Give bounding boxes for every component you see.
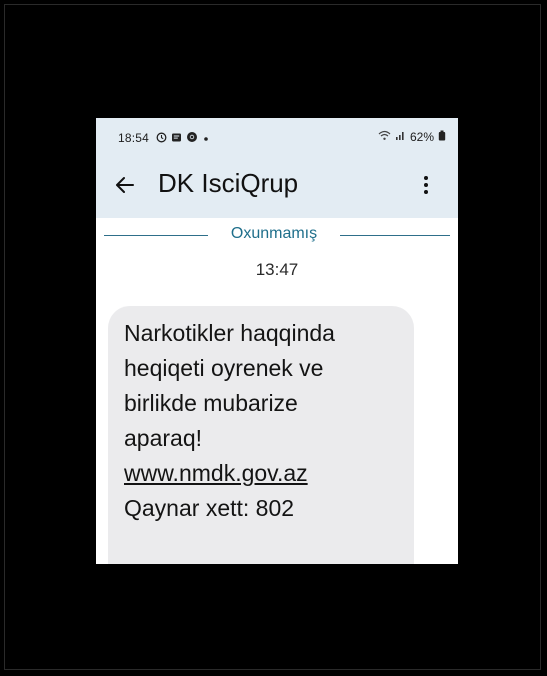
message-line: aparaq! xyxy=(124,425,203,451)
arrow-left-icon xyxy=(116,177,134,193)
wifi-icon xyxy=(378,130,391,144)
app-bar: 18:54 62% DK IsciQrup xyxy=(96,118,458,218)
status-time: 18:54 xyxy=(118,131,150,145)
message-line: Narkotikler haqqinda xyxy=(124,320,335,346)
chrome-icon xyxy=(186,130,198,148)
message-timestamp: 13:47 xyxy=(255,260,299,279)
message-hotline: Qaynar xett: 802 xyxy=(124,495,295,521)
message-line: heqiqeti oyrenek ve xyxy=(124,355,324,381)
battery-level: 62% xyxy=(409,130,434,144)
divider-line xyxy=(340,235,450,236)
conversation-title: DK IsciQrup xyxy=(158,168,299,198)
unread-label: Oxunmamış xyxy=(230,225,318,242)
message-bubble[interactable]: Narkotikler haqqinda heqiqeti oyrenek ve… xyxy=(108,306,414,564)
status-bar: 18:54 62% xyxy=(96,118,458,158)
battery-icon xyxy=(438,130,446,144)
message-line: birlikde mubarize xyxy=(124,390,298,416)
back-button[interactable] xyxy=(110,170,140,200)
message-link[interactable]: www.nmdk.gov.az xyxy=(124,456,404,491)
toolbar: DK IsciQrup xyxy=(96,162,458,206)
divider-line xyxy=(104,235,208,236)
message-icon xyxy=(171,130,182,148)
alarm-icon xyxy=(156,130,167,148)
more-options-button[interactable] xyxy=(414,170,438,200)
screenshot-frame: 18:54 62% DK IsciQrup Oxunmamış 13:47 Na… xyxy=(0,0,547,676)
signal-icon xyxy=(395,130,406,144)
more-vert-icon xyxy=(424,176,428,194)
message-text: Narkotikler haqqinda heqiqeti oyrenek ve… xyxy=(124,316,404,526)
phone-screen: 18:54 62% DK IsciQrup Oxunmamış 13:47 Na… xyxy=(96,118,458,564)
dot-icon xyxy=(202,130,210,148)
status-right: 62% xyxy=(378,130,446,144)
unread-divider: Oxunmamış xyxy=(96,224,458,244)
notification-icons xyxy=(156,130,210,148)
